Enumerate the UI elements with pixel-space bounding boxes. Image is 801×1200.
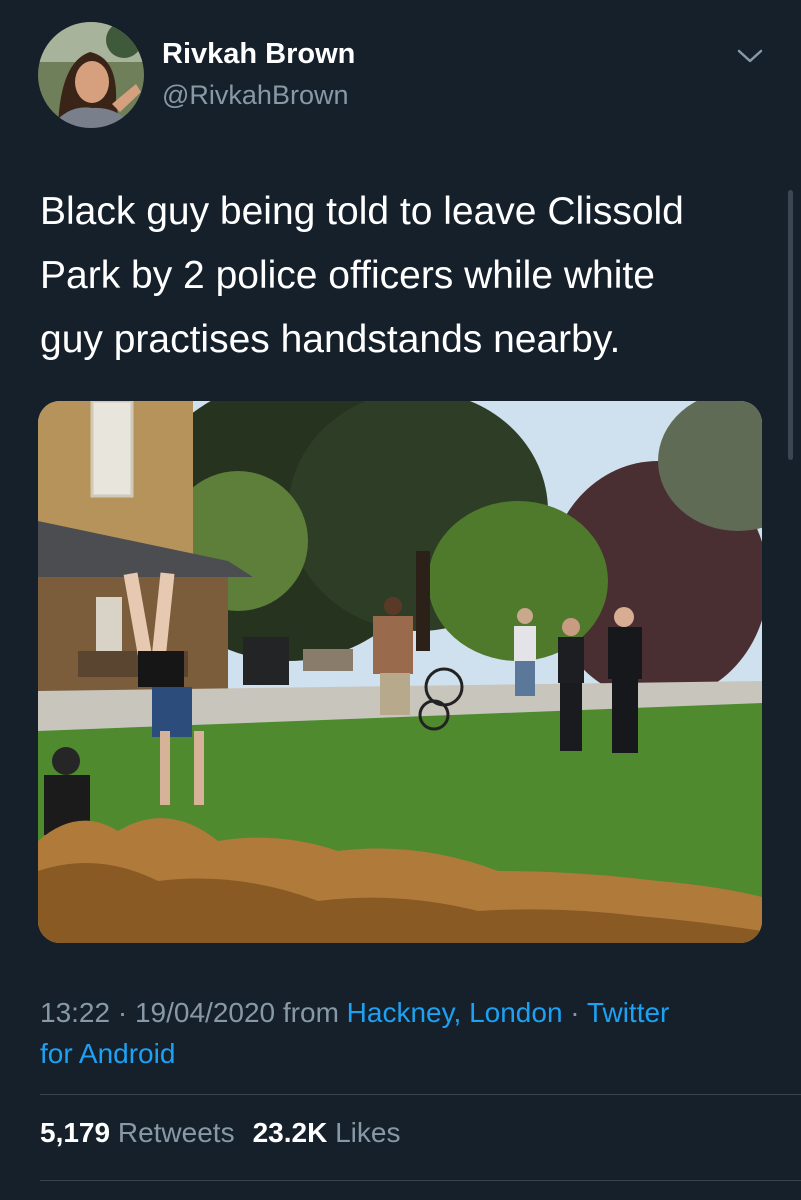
tweet-date: 19/04/2020 [134, 997, 276, 1028]
tweet-time: 13:22 [40, 997, 111, 1028]
avatar[interactable] [38, 22, 144, 128]
tweet-meta: 13:22 · 19/04/2020 from Hackney, London … [40, 992, 770, 1074]
chevron-down-icon[interactable] [734, 44, 766, 68]
author-handle[interactable]: @RivkahBrown [162, 80, 348, 111]
source-label-part2: for Android [40, 1038, 176, 1069]
divider [40, 1180, 801, 1181]
author-display-name[interactable]: Rivkah Brown [162, 38, 355, 71]
from-label: from [275, 997, 347, 1028]
retweets-label: Retweets [117, 1117, 235, 1148]
tweet-text-line: Black guy being told to leave Clissold [40, 190, 684, 233]
tweet-photo[interactable] [38, 401, 762, 943]
likes-label: Likes [335, 1117, 401, 1148]
scrollbar[interactable] [788, 190, 793, 460]
tweet-text-line: guy practises handstands nearby. [40, 318, 621, 361]
retweets-stat[interactable]: 5,179 Retweets [40, 1117, 235, 1148]
tweet-text: Black guy being told to leave Clissold P… [40, 180, 760, 372]
meta-separator: · [562, 997, 587, 1028]
location-link[interactable]: Hackney, London [347, 997, 563, 1028]
source-label-part1: Twitter [586, 997, 670, 1028]
likes-stat[interactable]: 23.2K Likes [253, 1117, 401, 1148]
avatar-image [38, 22, 144, 128]
tweet-stats: 5,179 Retweets 23.2K Likes [40, 1117, 400, 1149]
divider [40, 1094, 801, 1095]
meta-separator: · [110, 997, 135, 1028]
tweet-text-line: Park by 2 police officers while white [40, 254, 655, 297]
likes-count: 23.2K [252, 1117, 328, 1148]
park-photo-image [38, 401, 762, 943]
retweets-count: 5,179 [40, 1117, 111, 1148]
